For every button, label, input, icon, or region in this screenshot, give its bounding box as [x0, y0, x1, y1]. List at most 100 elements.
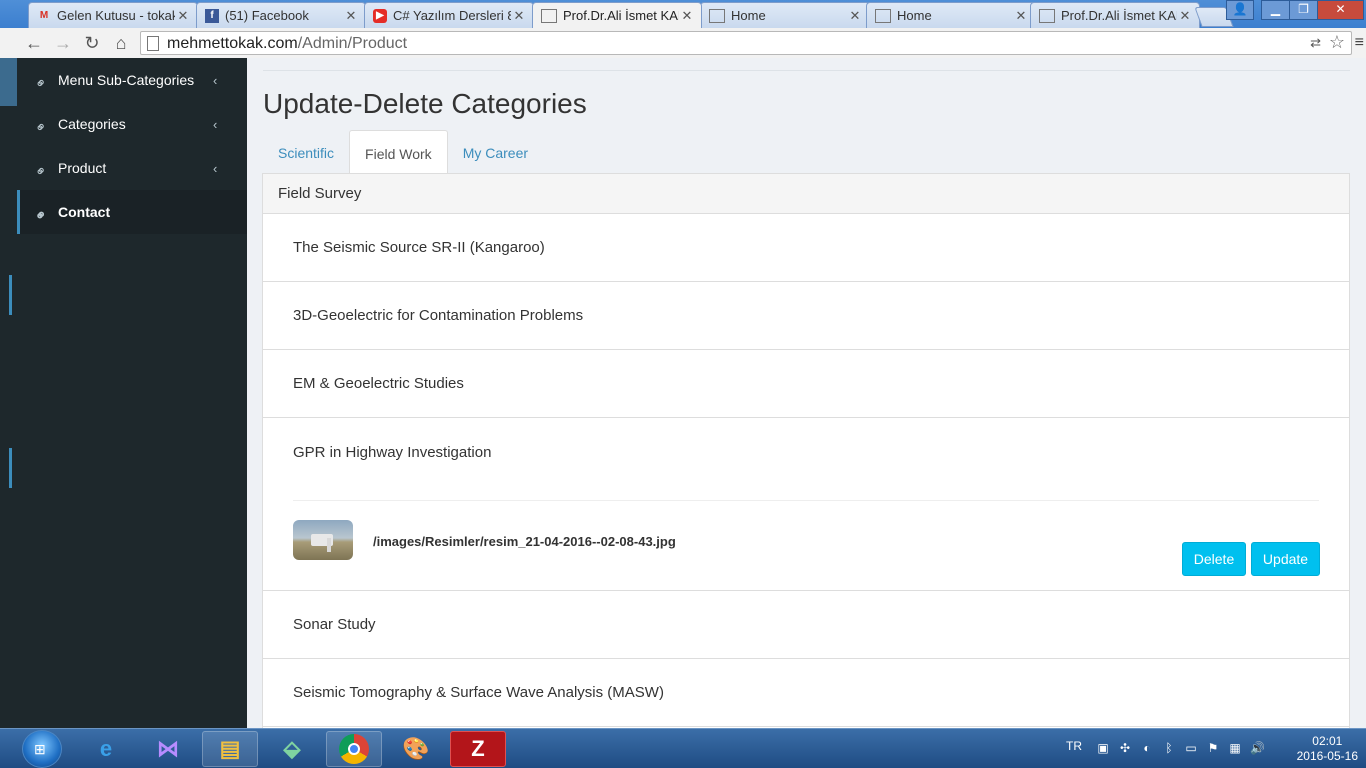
link-icon: ⚭	[30, 72, 51, 93]
list-item-expanded[interactable]: GPR in Highway Investigation /images/Res…	[263, 418, 1349, 591]
chrome-logo-center	[348, 743, 360, 755]
tray-app-icon[interactable]: ✣	[1118, 741, 1132, 755]
file-explorer-icon[interactable]: ▤	[202, 731, 258, 767]
sidebar-item-menu-sub-categories[interactable]: ⚭ Menu Sub-Categories ‹	[17, 58, 247, 102]
sidebar-item-label: Product	[58, 160, 107, 176]
list-item[interactable]: Sonar Study	[263, 591, 1349, 659]
bluetooth-icon[interactable]: ᛒ	[1162, 741, 1176, 755]
user-profile-icon[interactable]: 👤	[1226, 0, 1254, 20]
youtube-icon: ▶	[373, 8, 387, 23]
page-info-icon[interactable]	[147, 36, 159, 51]
url-path: /Admin/Product	[297, 35, 408, 52]
sidebar-item-label: Contact	[58, 204, 111, 220]
close-tab-icon[interactable]: ✕	[1177, 8, 1193, 24]
field-survey-panel: Field Survey The Seismic Source SR-II (K…	[262, 173, 1350, 728]
close-tab-icon[interactable]: ✕	[1013, 8, 1029, 24]
windows-taskbar: ⊞ e ⋈ ▤ ⬙ 🎨 Z TR ▣ ✣ ◐ ᛒ ▭ ⚑ ▦ 🔊 02:01 2…	[0, 728, 1366, 768]
forward-icon[interactable]: →	[51, 32, 75, 54]
chrome-icon[interactable]	[326, 731, 382, 767]
list-item[interactable]: The Seismic Source SR-II (Kangaroo)	[263, 214, 1349, 282]
browser-tab-gmail[interactable]: M Gelen Kutusu - tokak ✕	[28, 2, 198, 28]
address-bar[interactable]: mehmettokak.com/Admin/Product ⇄ ☆	[140, 31, 1352, 55]
close-tab-icon[interactable]: ✕	[175, 8, 191, 24]
divider	[293, 500, 1319, 501]
system-tray: ▣ ✣ ◐ ᛒ ▭ ⚑ ▦ 🔊	[1096, 741, 1265, 755]
tab-title: Prof.Dr.Ali İsmet KAN	[1061, 8, 1177, 23]
language-indicator[interactable]: TR	[1066, 739, 1082, 753]
start-button[interactable]: ⊞	[22, 730, 62, 768]
link-icon: ⚭	[30, 116, 51, 137]
page-icon	[1039, 8, 1055, 23]
browser-tab-strip: M Gelen Kutusu - tokak ✕ f (51) Facebook…	[0, 0, 1366, 28]
delete-button[interactable]: Delete	[1182, 542, 1246, 576]
chrome-logo	[339, 734, 369, 764]
browser-tab-facebook[interactable]: f (51) Facebook ✕	[196, 2, 366, 28]
tab-scientific[interactable]: Scientific	[263, 130, 349, 173]
sidebar-item-categories[interactable]: ⚭ Categories ‹	[17, 102, 247, 146]
update-button[interactable]: Update	[1251, 542, 1320, 576]
sidebar-item-product[interactable]: ⚭ Product ‹	[17, 146, 247, 190]
sidebar-edge-accent	[9, 448, 12, 488]
gmail-icon: M	[39, 10, 49, 21]
tab-my-career[interactable]: My Career	[448, 130, 543, 173]
tray-app-icon[interactable]: ▣	[1096, 741, 1110, 755]
panel-heading: Field Survey	[263, 174, 1349, 214]
chevron-left-icon: ‹	[213, 160, 218, 176]
item-thumbnail	[293, 520, 353, 560]
sidebar-item-label: Menu Sub-Categories	[58, 72, 195, 88]
translate-icon[interactable]: ⇄	[1310, 35, 1321, 51]
close-tab-icon[interactable]: ✕	[679, 8, 695, 24]
page-icon	[541, 8, 557, 23]
reload-icon[interactable]: ↻	[80, 32, 104, 54]
url-host: mehmettokak.com	[167, 35, 298, 52]
close-tab-icon[interactable]: ✕	[343, 8, 359, 24]
filezilla-icon[interactable]: Z	[450, 731, 506, 767]
usb-icon[interactable]: ▦	[1228, 741, 1242, 755]
tab-title: Prof.Dr.Ali İsmet KAN	[563, 8, 679, 23]
list-item[interactable]: 3D-Geoelectric for Contamination Problem…	[263, 282, 1349, 350]
minimize-button[interactable]: ▁	[1261, 0, 1290, 20]
chrome-menu-icon[interactable]: ≡	[1355, 34, 1364, 52]
tab-title: C# Yazılım Dersleri 8	[393, 8, 511, 23]
home-icon[interactable]: ⌂	[109, 32, 133, 54]
bookmark-star-icon[interactable]: ☆	[1329, 32, 1345, 53]
tray-app-icon[interactable]: ◐	[1140, 741, 1154, 755]
network-app-icon[interactable]: ⬙	[264, 731, 320, 767]
tab-title: Gelen Kutusu - tokak	[57, 8, 175, 23]
sidebar-edge-accent	[9, 275, 12, 315]
maximize-button[interactable]: ❐	[1289, 0, 1318, 20]
close-window-button[interactable]: ✕	[1317, 0, 1364, 20]
tab-field-work[interactable]: Field Work	[349, 130, 448, 174]
clock-date: 2016-05-16	[1296, 749, 1358, 763]
list-item-title: GPR in Highway Investigation	[293, 444, 492, 461]
page-icon	[875, 8, 891, 23]
browser-tab-prof[interactable]: Prof.Dr.Ali İsmet KAN ✕	[1030, 2, 1200, 28]
network-icon[interactable]: ⚑	[1206, 741, 1220, 755]
clock-time: 02:01	[1312, 734, 1343, 748]
sidebar-edge-accent	[0, 58, 17, 106]
close-tab-icon[interactable]: ✕	[847, 8, 863, 24]
sidebar: ⚭ Menu Sub-Categories ‹ ⚭ Categories ‹ ⚭…	[0, 58, 247, 728]
browser-tab-active[interactable]: Prof.Dr.Ali İsmet KAN ✕	[532, 2, 702, 28]
tab-title: Home	[897, 8, 932, 23]
browser-tab-home-1[interactable]: Home ✕	[700, 2, 870, 28]
divider	[263, 70, 1350, 71]
visual-studio-icon[interactable]: ⋈	[140, 731, 196, 767]
system-clock[interactable]: 02:01 2016-05-16	[1297, 734, 1358, 764]
windows-logo-icon: ⊞	[34, 741, 46, 757]
main-content: Update-Delete Categories Scientific Fiel…	[247, 58, 1366, 728]
close-tab-icon[interactable]: ✕	[511, 8, 527, 24]
list-item[interactable]: Seismic Tomography & Surface Wave Analys…	[263, 659, 1349, 727]
back-icon[interactable]: ←	[22, 32, 46, 54]
category-tabs: Scientific Field Work My Career	[263, 130, 543, 174]
tray-app-icon[interactable]: ▭	[1184, 741, 1198, 755]
link-icon: ⚭	[30, 160, 51, 181]
paint-icon[interactable]: 🎨	[388, 731, 444, 767]
volume-icon[interactable]: 🔊	[1250, 741, 1265, 755]
sidebar-item-contact[interactable]: ⚭ Contact	[17, 190, 247, 234]
browser-tab-home-2[interactable]: Home ✕	[866, 2, 1036, 28]
thumbnail-person	[327, 538, 331, 552]
list-item[interactable]: EM & Geoelectric Studies	[263, 350, 1349, 418]
internet-explorer-icon[interactable]: e	[78, 731, 134, 767]
browser-tab-youtube[interactable]: ▶ C# Yazılım Dersleri 8 ✕	[364, 2, 534, 28]
